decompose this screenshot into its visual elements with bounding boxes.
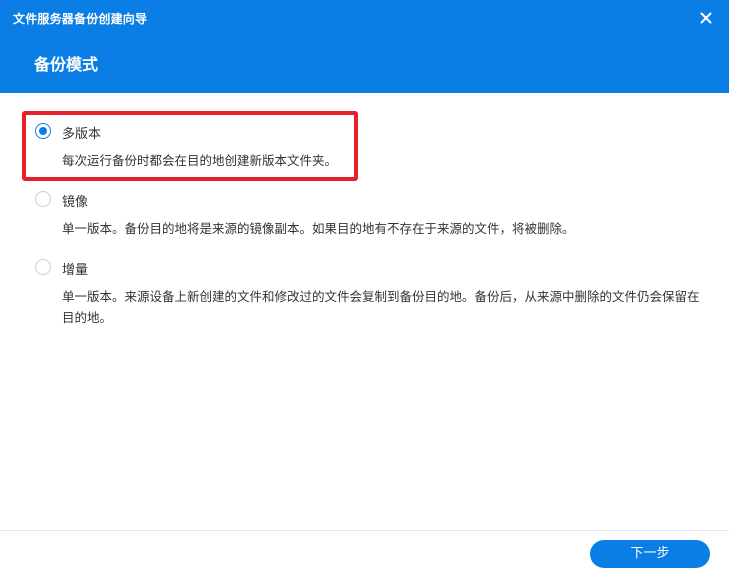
option-description: 单一版本。备份目的地将是来源的镜像副本。如果目的地有不存在于来源的文件，将被删除… bbox=[62, 221, 575, 236]
step-title: 备份模式 bbox=[34, 55, 99, 74]
radio-mirror[interactable] bbox=[35, 191, 51, 207]
radio-multi-version[interactable] bbox=[35, 123, 51, 139]
dialog-header: 文件服务器备份创建向导 备份模式 bbox=[0, 0, 729, 93]
close-icon bbox=[700, 12, 712, 24]
footer-divider bbox=[0, 530, 729, 531]
next-button[interactable]: 下一步 bbox=[590, 540, 710, 568]
option-label[interactable]: 镜像 bbox=[62, 191, 88, 210]
option-description: 每次运行备份时都会在目的地创建新版本文件夹。 bbox=[62, 153, 338, 168]
radio-incremental[interactable] bbox=[35, 259, 51, 275]
close-button[interactable] bbox=[692, 6, 720, 30]
backup-wizard-dialog: 文件服务器备份创建向导 备份模式 多版本 每次运行备份时都会在目的地创建新版本文… bbox=[0, 0, 729, 574]
option-description: 单一版本。来源设备上新创建的文件和修改过的文件会复制到备份目的地。备份后，从来源… bbox=[62, 289, 700, 325]
option-label[interactable]: 多版本 bbox=[62, 123, 101, 142]
option-label[interactable]: 增量 bbox=[62, 259, 88, 278]
window-title: 文件服务器备份创建向导 bbox=[13, 12, 148, 26]
